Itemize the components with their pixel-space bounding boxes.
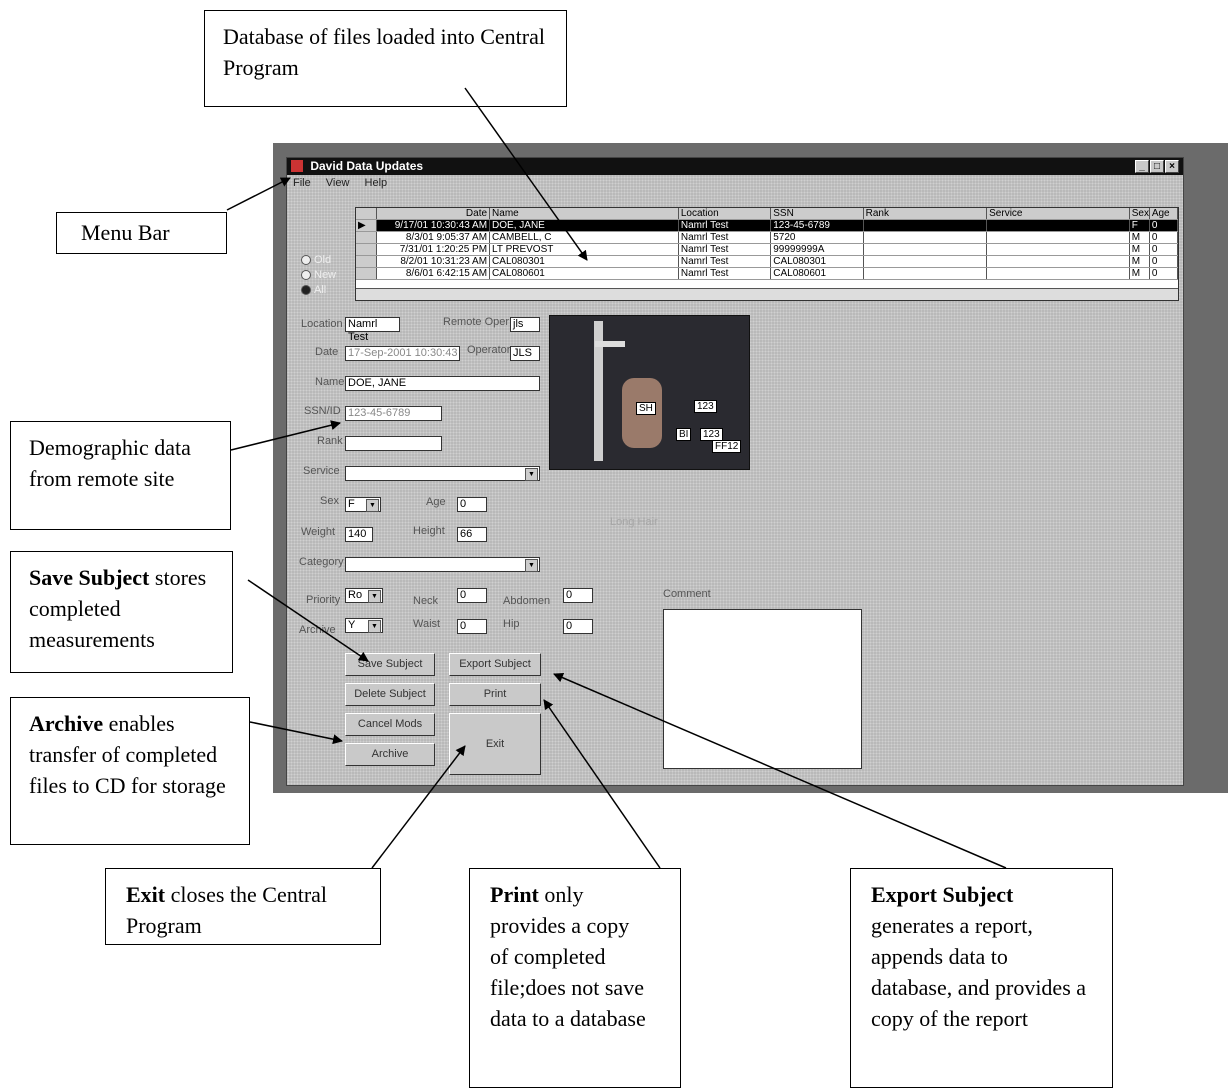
arrow-demographic xyxy=(230,420,341,451)
arrow-archive xyxy=(249,721,343,745)
callout-arrows xyxy=(226,87,1007,869)
arrow-save-subject xyxy=(247,579,369,662)
arrow-exit xyxy=(371,745,466,869)
arrow-database xyxy=(464,87,588,261)
arrow-export-subject xyxy=(553,672,1007,869)
arrow-menu-bar xyxy=(226,177,291,211)
arrow-print xyxy=(543,699,661,869)
